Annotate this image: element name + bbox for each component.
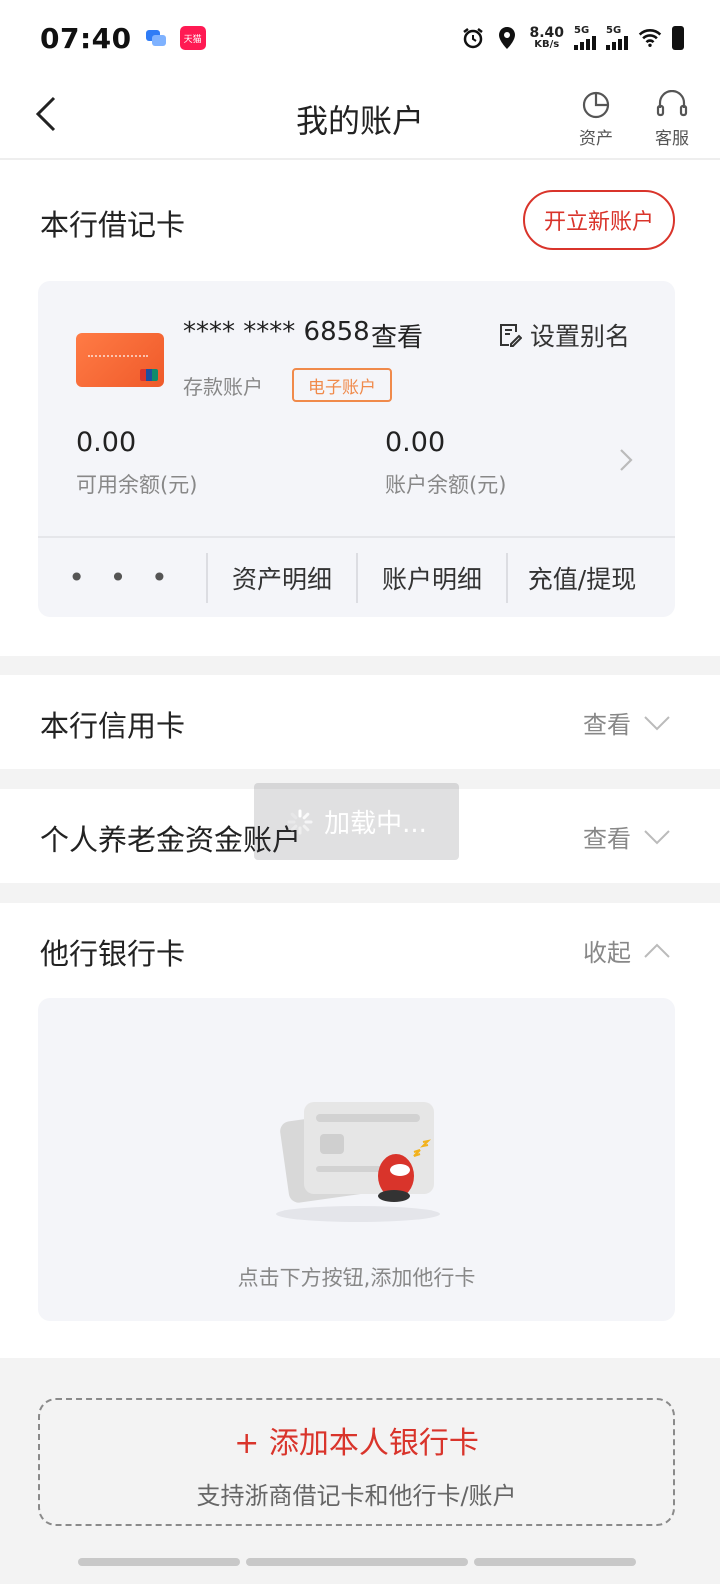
signal-bars-icon (606, 36, 628, 50)
debit-section-title: 本行借记卡 (40, 208, 186, 242)
add-bank-card-subtitle: 支持浙商借记卡和他行卡/账户 (196, 1482, 517, 1510)
chevron-down-icon (644, 829, 670, 844)
status-bar: 07:40 天猫 8.40 KB/s 5G 5G (0, 0, 720, 76)
available-balance-label: 可用余额(元) (76, 473, 198, 497)
edit-note-icon (500, 324, 522, 347)
empty-hint-text: 点击下方按钮,添加他行卡 (237, 1266, 476, 1290)
status-right: 8.40 KB/s 5G 5G (461, 26, 684, 50)
section-gap (0, 656, 720, 675)
account-type: 存款账户 (183, 375, 263, 399)
chevron-up-icon (644, 943, 670, 958)
tmall-icon: 天猫 (179, 26, 206, 50)
section-gap (0, 883, 720, 903)
alarm-icon (461, 26, 485, 50)
card-actions-bar: • • • 资产明细 账户明细 充值/提现 (38, 538, 675, 617)
credit-view-label: 查看 (583, 711, 631, 739)
spinner-icon (287, 809, 313, 834)
electronic-account-badge: 电子账户 (292, 368, 392, 402)
empty-cards-illustration-icon (276, 1102, 440, 1222)
app-header: 我的账户 资产 客服 (0, 76, 720, 160)
loading-text: 加载中... (324, 809, 427, 839)
wifi-icon (638, 26, 662, 50)
headset-icon (656, 90, 688, 117)
bottom-bar (78, 1558, 240, 1566)
net-speed-value: 8.40 (529, 25, 564, 41)
service-label: 客服 (655, 129, 689, 149)
add-bank-card-title: + 添加本人银行卡 (234, 1426, 479, 1461)
account-balance-label: 账户余额(元) (385, 473, 507, 497)
card-thumbnail (76, 333, 164, 387)
set-alias-button[interactable]: 设置别名 (498, 317, 630, 353)
debit-card-panel[interactable]: **** **** 6858 查看 设置别名 存款账户 电子账户 0.00 可用… (38, 281, 675, 617)
chevron-right-icon[interactable] (616, 447, 636, 473)
account-detail-button[interactable]: 账户明细 (358, 553, 506, 603)
open-new-account-button[interactable]: 开立新账户 (523, 190, 675, 250)
masked-card-number: **** **** 6858 (183, 317, 370, 347)
bottom-bar (474, 1558, 636, 1566)
pension-view-label: 查看 (583, 825, 631, 853)
net-speed-unit: KB/s (534, 39, 560, 50)
net-speed: 8.40 KB/s (529, 26, 564, 50)
battery-icon (672, 26, 684, 50)
signal-sim2: 5G (606, 26, 628, 50)
status-left: 07:40 天猫 (40, 22, 206, 55)
customer-service-button[interactable]: 客服 (644, 90, 700, 149)
card-number-dots (88, 355, 148, 357)
credit-card-section[interactable]: 本行信用卡 查看 (0, 675, 720, 769)
location-icon (495, 26, 519, 50)
other-bank-collapse-toggle[interactable]: 收起 (583, 933, 671, 968)
assets-button[interactable]: 资产 (568, 90, 624, 149)
view-card-number-link[interactable]: 查看 (371, 317, 423, 354)
pension-view-toggle[interactable]: 查看 (583, 819, 671, 854)
credit-section-title: 本行信用卡 (40, 709, 186, 743)
topup-withdraw-button[interactable]: 充值/提现 (508, 553, 656, 603)
credit-view-toggle[interactable]: 查看 (583, 705, 671, 740)
loading-toast: 加载中... (254, 783, 459, 860)
bottom-bars (78, 1558, 636, 1566)
asset-detail-button[interactable]: 资产明细 (208, 553, 356, 603)
sim1-label: 5G (574, 25, 590, 36)
sim2-label: 5G (606, 25, 622, 36)
add-bank-card-button[interactable]: + 添加本人银行卡 支持浙商借记卡和他行卡/账户 (38, 1398, 675, 1526)
pie-chart-icon (582, 91, 610, 119)
status-time: 07:40 (40, 21, 132, 55)
account-balance-value: 0.00 (385, 427, 446, 458)
unionpay-logo-icon (140, 369, 158, 381)
collapse-label: 收起 (583, 939, 631, 967)
chevron-down-icon (644, 715, 670, 730)
signal-sim1: 5G (574, 26, 596, 50)
bottom-bar (246, 1558, 468, 1566)
other-bank-empty-panel: 点击下方按钮,添加他行卡 (38, 998, 675, 1321)
assets-label: 资产 (579, 129, 613, 149)
other-bank-section-title: 他行银行卡 (40, 937, 186, 971)
available-balance-value: 0.00 (76, 427, 137, 458)
more-actions-button[interactable]: • • • (38, 553, 206, 603)
other-bank-section-header[interactable]: 他行银行卡 收起 (0, 903, 720, 997)
message-icon (145, 30, 166, 46)
signal-bars-icon (574, 36, 596, 50)
bottom-area: + 添加本人银行卡 支持浙商借记卡和他行卡/账户 (0, 1358, 720, 1584)
set-alias-label: 设置别名 (530, 322, 631, 351)
